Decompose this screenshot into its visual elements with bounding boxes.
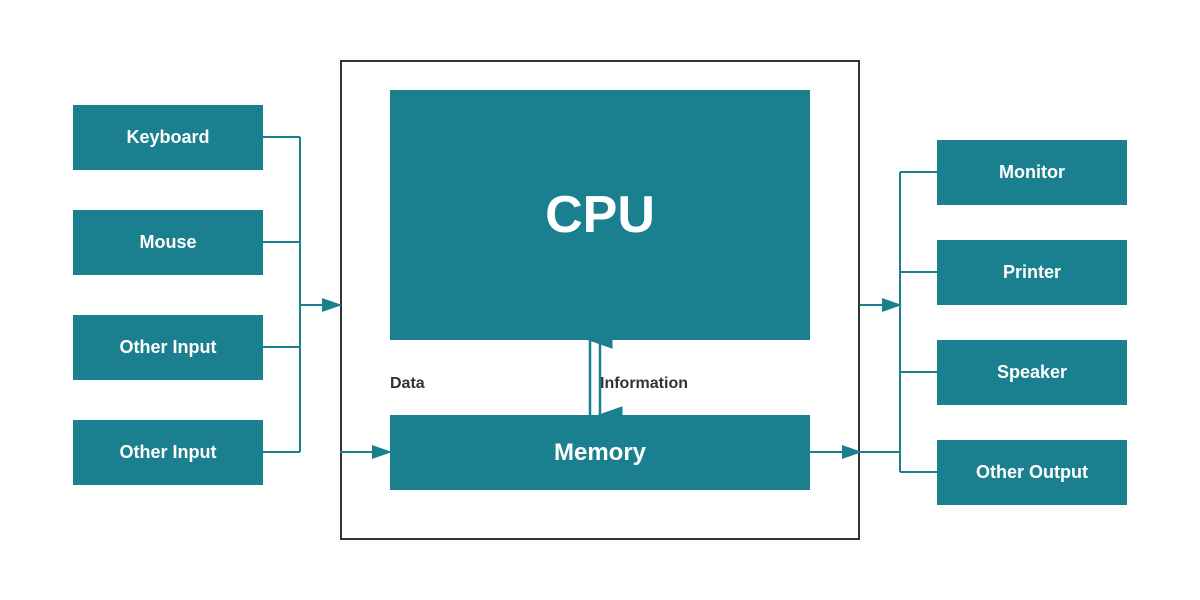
other-input1-label: Other Input [120,337,217,358]
monitor-label: Monitor [999,162,1065,183]
speaker-label: Speaker [997,362,1067,383]
monitor-box: Monitor [937,140,1127,205]
other-input2-label: Other Input [120,442,217,463]
keyboard-box: Keyboard [73,105,263,170]
mouse-box: Mouse [73,210,263,275]
memory-box: Memory [390,415,810,490]
printer-box: Printer [937,240,1127,305]
other-input1-box: Other Input [73,315,263,380]
cpu-box: CPU [390,90,810,340]
memory-label: Memory [554,439,646,467]
other-input2-box: Other Input [73,420,263,485]
keyboard-label: Keyboard [126,127,209,148]
cpu-label: CPU [545,185,655,245]
data-label: Data [390,375,425,393]
speaker-box: Speaker [937,340,1127,405]
mouse-label: Mouse [139,232,196,253]
other-output-box: Other Output [937,440,1127,505]
diagram: CPU Memory Keyboard Mouse Other Input Ot… [0,0,1200,600]
information-label: Information [600,375,688,393]
printer-label: Printer [1003,262,1061,283]
other-output-label: Other Output [976,462,1088,483]
